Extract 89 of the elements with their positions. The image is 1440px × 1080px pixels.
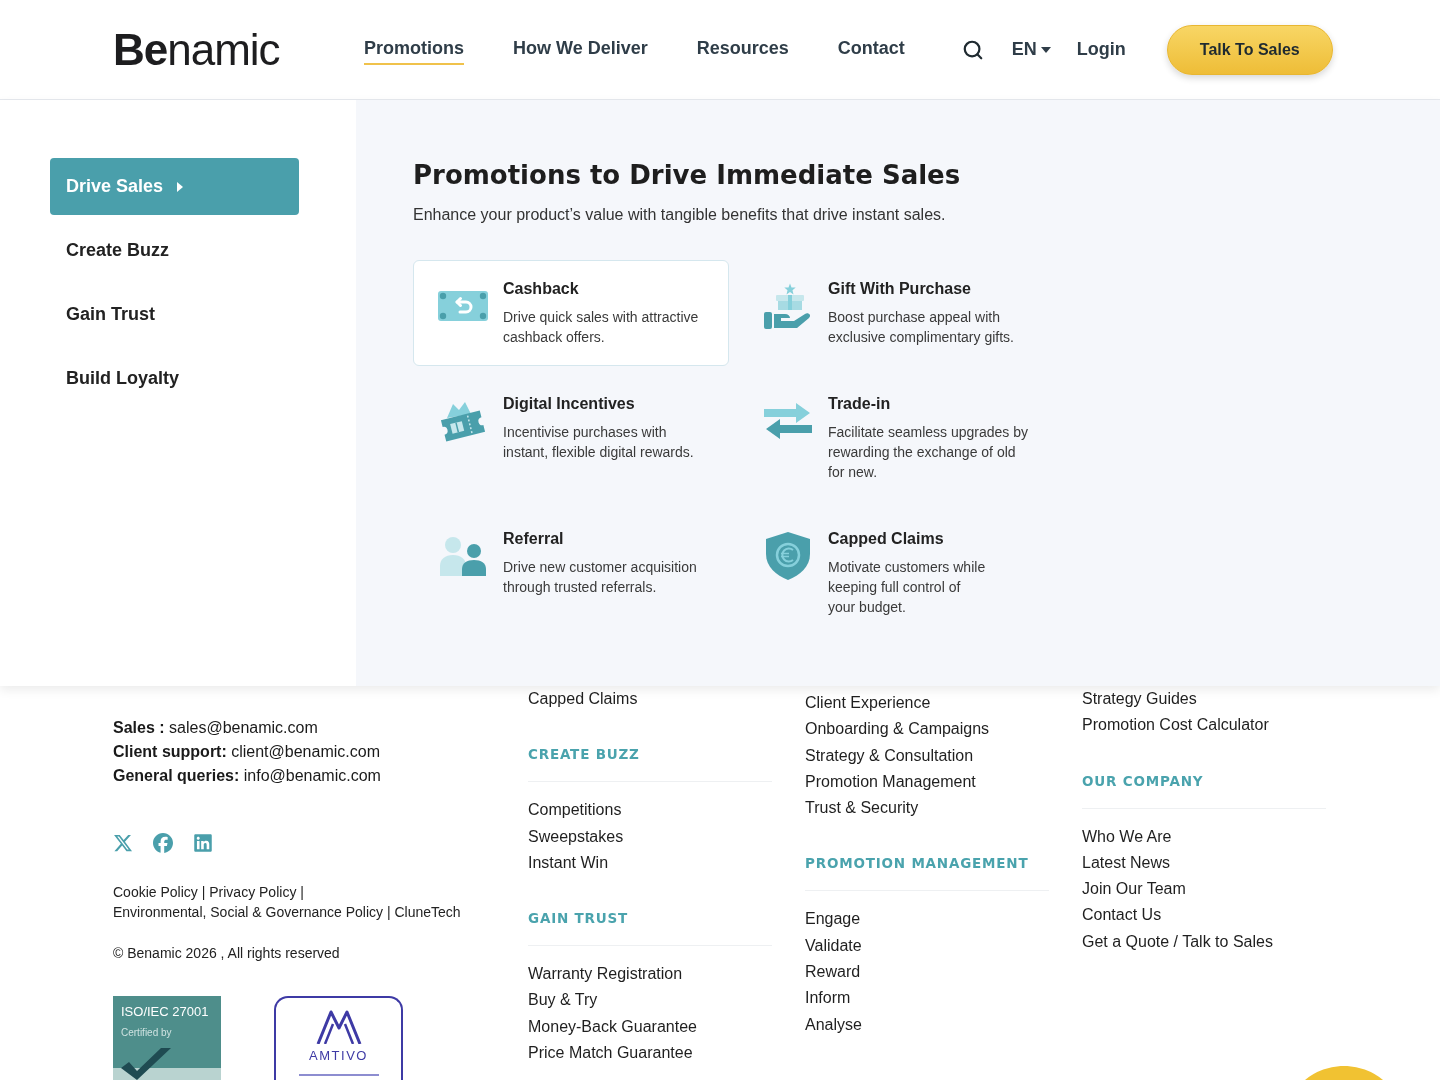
footer-heading: OUR COMPANY <box>1082 771 1204 791</box>
footer-link[interactable]: Promotion Management <box>805 768 976 796</box>
logo[interactable]: Benamic <box>113 27 292 72</box>
people-icon <box>440 536 486 576</box>
sidebar-item[interactable]: Create Buzz <box>50 222 299 279</box>
footer-link[interactable]: Promotion Cost Calculator <box>1082 712 1269 739</box>
policy-link[interactable]: Cookie Policy <box>113 884 198 900</box>
amtivo-wordmark: AMTIVO <box>309 1048 368 1064</box>
promotion-item[interactable]: Cashback Drive quick sales with attractive cashback offers. <box>413 260 729 366</box>
mountain-logo-icon <box>315 1010 362 1044</box>
footer-link[interactable]: Engage <box>805 906 861 933</box>
link-separator: | <box>201 884 206 900</box>
swap-arrows-icon <box>764 401 812 441</box>
search-icon[interactable] <box>961 38 984 61</box>
nav-link[interactable]: Promotions <box>364 34 464 65</box>
link-separator: | <box>386 903 391 920</box>
promotion-description: Boost purchase appeal with exclusive complimentary gifts. <box>828 308 1014 347</box>
policy-link[interactable]: Environmental, Social & Governance Policy <box>113 903 384 920</box>
badge-title: ISO/IEC 27001 <box>121 1004 209 1020</box>
promotion-title: Cashback <box>503 279 579 299</box>
footer-link[interactable]: Inform <box>805 985 851 1012</box>
sidebar-item[interactable]: Build Loyalty <box>50 350 299 407</box>
talk-to-sales-button[interactable]: Talk To Sales <box>1166 24 1333 75</box>
nav-link[interactable]: How We Deliver <box>513 34 648 65</box>
sidebar-item[interactable]: Gain Trust <box>50 286 299 343</box>
contact-line: General queries: info@benamic.com <box>113 766 381 786</box>
footer-link[interactable]: Instant Win <box>528 849 609 877</box>
promotion-item[interactable]: Digital Incentives Incentivise purchases with instant, flexible digital rewards. <box>413 375 729 481</box>
footer-link[interactable]: Client Experience <box>805 690 931 717</box>
promotion-item[interactable]: Capped Claims Motivate customers while keeping full control of your budget. <box>738 510 1054 636</box>
footer-link[interactable]: Money-Back Guarantee <box>528 1013 697 1041</box>
banknote-icon <box>438 291 488 321</box>
x-icon[interactable] <box>113 833 133 853</box>
promotion-description: Motivate customers while keeping full control of your budget. <box>828 558 986 617</box>
promotion-item[interactable]: Gift With Purchase Boost purchase appeal with exclusive complimentary gifts. <box>738 260 1054 366</box>
floating-action-button[interactable] <box>1304 1066 1384 1080</box>
caret-right-icon <box>177 181 184 192</box>
promotion-title: Digital Incentives <box>503 394 635 414</box>
footer-link[interactable]: Validate <box>805 932 862 960</box>
promotion-description: Incentivise purchases with instant, flexible digital rewards. <box>503 423 694 462</box>
footer-link[interactable]: Analyse <box>805 1011 862 1038</box>
check-icon <box>121 1048 171 1080</box>
login-link[interactable]: Login <box>1076 39 1126 60</box>
linkedin-icon[interactable] <box>193 833 213 853</box>
promotion-title: Referral <box>503 529 564 549</box>
footer-link[interactable]: Reward <box>805 959 861 986</box>
panel-title: Promotions to Drive Immediate Sales <box>413 159 961 192</box>
footer-heading: CREATE BUZZ <box>528 745 640 765</box>
shield-euro-icon <box>766 532 810 580</box>
footer-link[interactable]: Strategy & Consultation <box>805 742 974 769</box>
footer-link[interactable]: Strategy Guides <box>1082 686 1197 713</box>
policy-link[interactable]: CluneTech <box>394 903 461 920</box>
footer-link[interactable]: Onboarding & Campaigns <box>805 716 990 743</box>
footer-link[interactable]: Sweepstakes <box>528 823 624 850</box>
promotion-title: Capped Claims <box>828 529 944 549</box>
footer-link[interactable]: Buy & Try <box>528 987 598 1014</box>
footer-link[interactable]: Capped Claims <box>528 686 638 713</box>
nav-link[interactable]: Resources <box>696 34 789 65</box>
contact-line: Client support: client@benamic.com <box>113 742 380 762</box>
promotion-description: Drive quick sales with attractive cashback offers. <box>503 308 699 347</box>
copyright-text: © Benamic 2026 , All rights reserved <box>113 944 340 963</box>
panel-subtitle: Enhance your product’s value with tangible benefits that drive instant sales. <box>413 205 946 225</box>
gift-in-hand-icon <box>764 283 812 329</box>
promotion-description: Facilitate seamless upgrades by rewarding the exchange of old for new. <box>828 423 1028 482</box>
promotion-item[interactable]: Trade-in Facilitate seamless upgrades by rewarding the exchange of old for new. <box>738 375 1054 501</box>
footer-link[interactable]: Warranty Registration <box>528 961 683 988</box>
footer-link[interactable]: Competitions <box>528 797 622 824</box>
promotion-description: Drive new customer acquisition through trusted referrals. <box>503 558 697 597</box>
footer-link[interactable]: Join Our Team <box>1082 876 1186 903</box>
footer-link[interactable]: Price Match Guarantee <box>528 1040 693 1067</box>
badge-subtitle: Certified by <box>121 1026 172 1040</box>
facebook-icon[interactable] <box>153 833 173 853</box>
ticket-icon <box>439 400 487 442</box>
promotion-title: Gift With Purchase <box>828 279 971 299</box>
language-selector[interactable]: EN <box>1011 39 1051 60</box>
footer-link[interactable]: Who We Are <box>1082 823 1172 850</box>
promotion-title: Trade-in <box>828 394 891 414</box>
contact-line: Sales : sales@benamic.com <box>113 718 318 738</box>
nav-link[interactable]: Contact <box>837 34 905 65</box>
footer-link[interactable]: Latest News <box>1082 849 1171 877</box>
footer-heading: GAIN TRUST <box>528 909 629 929</box>
caret-down-icon <box>1040 46 1051 53</box>
policy-link[interactable]: Privacy Policy <box>209 884 297 900</box>
footer-heading: PROMOTION MANAGEMENT <box>805 854 1029 874</box>
footer-link[interactable]: Trust & Security <box>805 795 919 822</box>
promotion-item[interactable]: Referral Drive new customer acquisition through trusted referrals. <box>413 510 729 616</box>
footer-link[interactable]: Contact Us <box>1082 902 1162 929</box>
link-separator: | <box>300 884 304 900</box>
footer-link[interactable]: Get a Quote / Talk to Sales <box>1082 928 1273 956</box>
